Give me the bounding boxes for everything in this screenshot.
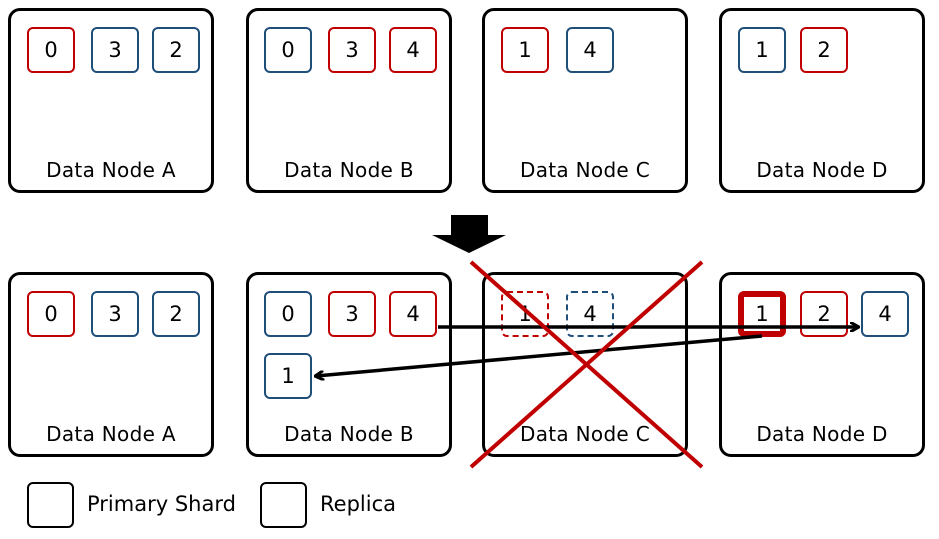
shard-replica: 3 [91, 291, 139, 337]
shard-diagram: 0 3 2 Data Node A 0 3 4 Data Node B 1 4 … [0, 0, 939, 539]
legend-replica-label: Replica [320, 492, 396, 516]
node-label: Data Node C [520, 158, 650, 182]
node-label: Data Node D [756, 158, 888, 182]
shard-replica: 1 [738, 27, 786, 73]
shard-replica-lost: 4 [566, 291, 614, 337]
shard-replica-new: 4 [861, 291, 909, 337]
node-label: Data Node C [520, 422, 650, 446]
shard-primary: 2 [800, 291, 848, 337]
shard-replica: 3 [91, 27, 139, 73]
node-label: Data Node A [46, 158, 176, 182]
shard-replica: 4 [566, 27, 614, 73]
before-node-a: 0 3 2 Data Node A [8, 8, 214, 193]
before-node-d: 1 2 Data Node D [719, 8, 925, 193]
before-node-c: 1 4 Data Node C [482, 8, 688, 193]
shard-primary-promoted: 1 [738, 291, 786, 337]
shard-replica: 2 [152, 27, 200, 73]
shard-primary: 0 [27, 27, 75, 73]
node-label: Data Node A [46, 422, 176, 446]
after-node-b: 0 3 4 1 Data Node B [246, 272, 452, 457]
shard-replica: 2 [152, 291, 200, 337]
shard-primary: 4 [389, 27, 437, 73]
shard-primary: 2 [800, 27, 848, 73]
shard-replica: 0 [264, 27, 312, 73]
shard-primary: 3 [328, 291, 376, 337]
legend-primary-swatch [27, 482, 74, 528]
shard-primary: 1 [501, 27, 549, 73]
node-label: Data Node B [284, 422, 414, 446]
node-label: Data Node D [756, 422, 888, 446]
shard-primary: 4 [389, 291, 437, 337]
shard-primary-lost: 1 [501, 291, 549, 337]
after-node-c-failed: 1 4 Data Node C [482, 272, 688, 457]
shard-replica-new: 1 [264, 353, 312, 399]
legend-primary-label: Primary Shard [87, 492, 236, 516]
after-node-d: 1 2 4 Data Node D [719, 272, 925, 457]
shard-primary: 0 [27, 291, 75, 337]
before-node-b: 0 3 4 Data Node B [246, 8, 452, 193]
shard-primary: 3 [328, 27, 376, 73]
after-node-a: 0 3 2 Data Node A [8, 272, 214, 457]
node-label: Data Node B [284, 158, 414, 182]
shard-replica: 0 [264, 291, 312, 337]
down-arrow-icon [432, 215, 506, 253]
legend-replica-swatch [260, 482, 307, 528]
